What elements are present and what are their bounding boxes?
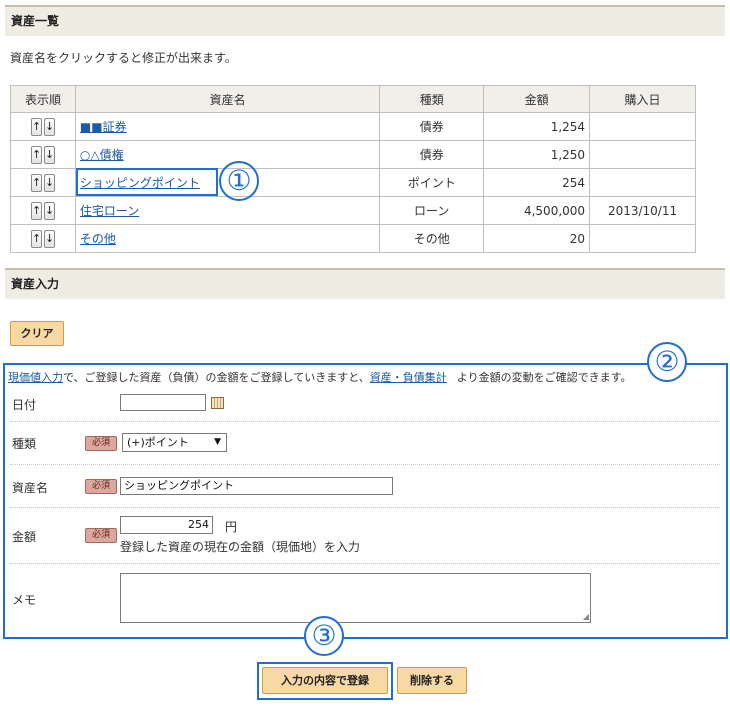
asset-date-cell: [589, 168, 696, 197]
asset-date-cell: [589, 224, 696, 253]
asset-list-heading: 資産一覧: [5, 5, 725, 36]
header-asset-name: 資産名: [74, 85, 381, 113]
move-up-button[interactable]: ↑: [30, 201, 42, 220]
asset-amount-cell: 254: [483, 168, 591, 197]
amount-row: 金額 必須 254 円 登録した資産の現在の金額（現価地）を入力: [10, 508, 720, 564]
current-value-link[interactable]: 現価値入力: [8, 371, 63, 384]
asset-type-cell: 債券: [379, 112, 485, 141]
header-type: 種類: [379, 85, 485, 113]
type-select[interactable]: (+)ポイント ▼: [122, 433, 227, 452]
asset-type-cell: ローン: [379, 196, 485, 225]
order-cell: ↑ ↓: [10, 168, 76, 197]
asset-list-description: 資産名をクリックすると修正が出来ます。: [10, 51, 237, 65]
move-down-button[interactable]: ↓: [43, 117, 55, 136]
calendar-icon[interactable]: [211, 397, 224, 409]
delete-button[interactable]: 削除する: [397, 667, 467, 694]
asset-name-link[interactable]: 住宅ローン: [80, 204, 139, 218]
order-cell: ↑ ↓: [10, 196, 76, 225]
amount-unit: 円: [225, 520, 238, 534]
move-down-button[interactable]: ↓: [43, 201, 55, 220]
asset-name-row: 資産名 必須 ショッピングポイント: [10, 465, 720, 508]
asset-type-cell: その他: [379, 224, 485, 253]
table-row: ↑ ↓ 住宅ローン ローン 4,500,000 2013/10/11: [10, 196, 696, 225]
move-up-button[interactable]: ↑: [30, 145, 42, 164]
asset-amount-cell: 1,250: [483, 140, 591, 169]
order-cell: ↑ ↓: [10, 140, 76, 169]
annotation-number-1: ①: [219, 161, 259, 201]
memo-row: メモ ◢: [10, 564, 720, 634]
required-badge: 必須: [85, 528, 117, 543]
resize-grip-icon[interactable]: ◢: [583, 613, 589, 621]
table-row: ↑ ↓ その他 その他 20: [10, 224, 696, 253]
asset-name-cell: 住宅ローン: [74, 196, 381, 225]
date-label: 日付: [12, 398, 37, 412]
table-header-row: 表示順 資産名 種類 金額 購入日: [10, 85, 696, 113]
move-down-button[interactable]: ↓: [43, 229, 55, 248]
table-row: ↑ ↓ ○△債権 債券 1,250: [10, 140, 696, 169]
asset-date-cell: 2013/10/11: [589, 196, 696, 225]
type-label: 種類: [12, 437, 37, 451]
type-select-value: (+)ポイント: [127, 436, 189, 449]
asset-liability-summary-link[interactable]: 資産・負債集計: [370, 371, 447, 384]
asset-name-link[interactable]: その他: [80, 232, 116, 246]
move-up-button[interactable]: ↑: [30, 229, 42, 248]
register-button[interactable]: 入力の内容で登録: [262, 667, 388, 694]
header-display-order: 表示順: [10, 85, 76, 113]
asset-name-label: 資産名: [12, 481, 49, 495]
asset-amount-cell: 4,500,000: [483, 196, 591, 225]
asset-name-cell: その他: [74, 224, 381, 253]
required-badge: 必須: [85, 479, 117, 494]
asset-amount-cell: 1,254: [483, 112, 591, 141]
asset-type-cell: ポイント: [379, 168, 485, 197]
asset-amount-cell: 20: [483, 224, 591, 253]
date-field[interactable]: [120, 394, 206, 411]
asset-name-link[interactable]: ○△債権: [80, 148, 124, 162]
header-amount: 金額: [483, 85, 591, 113]
chevron-down-icon: ▼: [214, 437, 221, 447]
asset-name-link[interactable]: ■■証券: [80, 120, 127, 134]
type-row: 種類 必須 (+)ポイント ▼: [10, 422, 720, 465]
asset-name-cell: ■■証券: [74, 112, 381, 141]
order-cell: ↑ ↓: [10, 224, 76, 253]
order-cell: ↑ ↓: [10, 112, 76, 141]
asset-date-cell: [589, 112, 696, 141]
clear-button[interactable]: クリア: [10, 321, 64, 346]
highlight-shopping-point: [76, 168, 218, 196]
memo-textarea[interactable]: ◢: [120, 573, 591, 623]
header-purchase-date: 購入日: [589, 85, 696, 113]
info-text-part1: で、ご登録した資産（負債）の金額をご登録していきますと、: [63, 371, 370, 384]
move-down-button[interactable]: ↓: [43, 145, 55, 164]
amount-hint: 登録した資産の現在の金額（現価地）を入力: [120, 540, 361, 554]
asset-input-heading: 資産入力: [5, 268, 725, 299]
move-down-button[interactable]: ↓: [43, 173, 55, 192]
date-row: 日付: [10, 386, 720, 422]
info-text: 現価値入力で、ご登録した資産（負債）の金額をご登録していきますと、資産・負債集計…: [8, 369, 631, 385]
table-row: ↑ ↓ ■■証券 債券 1,254: [10, 112, 696, 141]
asset-name-input[interactable]: ショッピングポイント: [120, 477, 393, 495]
annotation-number-3: ③: [304, 616, 344, 656]
annotation-number-2: ②: [647, 342, 687, 382]
amount-input[interactable]: 254: [120, 516, 213, 534]
memo-label: メモ: [12, 593, 37, 607]
asset-date-cell: [589, 140, 696, 169]
info-text-part2: より金額の変動をご確認できます。: [456, 371, 632, 384]
move-up-button[interactable]: ↑: [30, 117, 42, 136]
move-up-button[interactable]: ↑: [30, 173, 42, 192]
amount-label: 金額: [12, 530, 37, 544]
asset-type-cell: 債券: [379, 140, 485, 169]
required-badge: 必須: [85, 436, 117, 451]
